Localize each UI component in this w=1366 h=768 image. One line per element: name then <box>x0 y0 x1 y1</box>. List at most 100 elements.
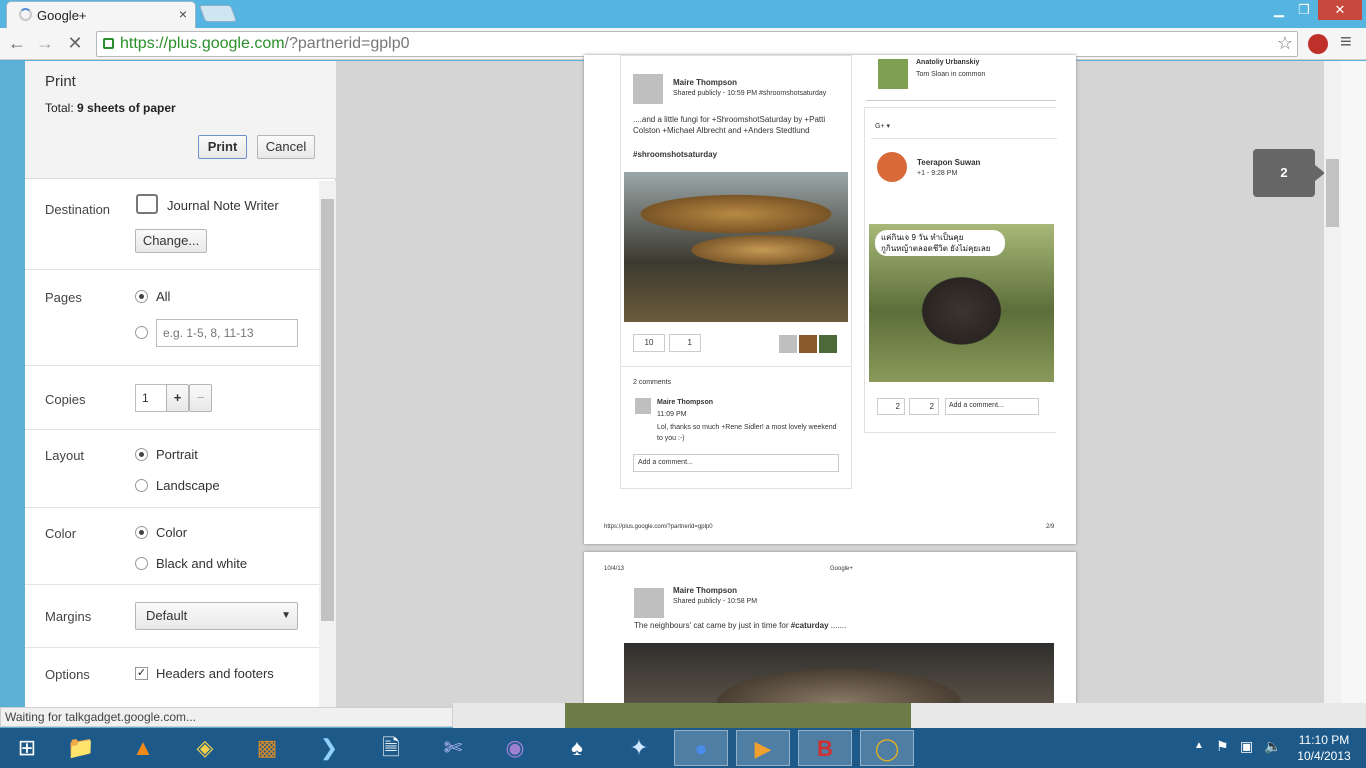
powershell-icon[interactable]: ❯ <box>302 730 356 766</box>
destination-value: Journal Note Writer <box>167 198 279 213</box>
tray-arrow-icon[interactable]: ▲ <box>1194 740 1204 751</box>
print-title: Print <box>45 73 76 90</box>
pages-section: Pages All <box>25 270 319 366</box>
options-label: Options <box>45 667 90 682</box>
avatar <box>635 398 651 414</box>
notepad-icon[interactable]: 🗎 <box>364 730 418 766</box>
pages-range-input[interactable] <box>156 319 298 347</box>
chrome-icon[interactable]: ◯ <box>860 730 914 766</box>
avatar <box>819 335 837 353</box>
avatar <box>878 59 908 89</box>
buffalo-image: แค่กินเจ 9 วัน ทำเป็นคุย กูกินหญ้าตลอดชี… <box>869 224 1054 382</box>
black-white-radio[interactable] <box>135 557 148 570</box>
side-suggestion: Anatoliy Urbanskiy Tom Sloan in common <box>866 55 1056 101</box>
page-background <box>1341 61 1366 707</box>
solitaire-icon[interactable]: ♠ <box>550 730 604 766</box>
forward-icon[interactable]: → <box>34 33 56 54</box>
side-meta: +1 - 9:28 PM <box>917 170 958 177</box>
page2-header-date: 10/4/13 <box>604 566 625 572</box>
copies-decrement-button[interactable]: − <box>189 384 212 412</box>
background-image <box>565 703 911 728</box>
margins-select[interactable]: Default ▼ <box>135 602 298 630</box>
post-hashtag: #shroomshotsaturday <box>633 150 718 159</box>
taskbar: ⊞ 📁 ▲ ◈ ▩ ❯ 🗎 ✄ ◉ ♠ ✦ ● ▶ B ◯ ▲ ⚑ ▣ 🔈 <box>0 728 1366 768</box>
windows-start-icon[interactable]: ⊞ <box>0 730 54 766</box>
new-tab-button[interactable] <box>198 5 238 22</box>
layout-label: Layout <box>45 448 85 463</box>
lock-icon <box>103 38 114 49</box>
comment-time: 11:09 PM <box>657 411 687 418</box>
bookmark-star-icon[interactable]: ☆ <box>1277 33 1293 54</box>
preview-scrollbar[interactable] <box>1324 61 1341 707</box>
network-icon[interactable]: ▣ <box>1240 738 1253 755</box>
eclipse-icon[interactable]: ◉ <box>488 730 542 766</box>
thai-line-1: แค่กินเจ 9 วัน ทำเป็นคุย <box>881 233 964 242</box>
pages-all-radio[interactable] <box>135 290 148 303</box>
browser-tab[interactable]: Google+ × <box>6 1 196 28</box>
snipping-tool-icon[interactable]: ✄ <box>426 730 480 766</box>
stop-icon[interactable]: ✕ <box>64 33 86 54</box>
headers-footers-checkbox[interactable]: ✓ <box>135 667 148 680</box>
tab-title: Google+ <box>37 8 87 23</box>
post-meta: Shared publicly - 10:59 PM #shroomshotsa… <box>673 90 827 97</box>
thai-line-2: กูกินหญ้าตลอดชีวิต ยังไม่คุยเลย <box>881 244 991 253</box>
copies-input[interactable] <box>135 384 167 412</box>
url-host: https://plus.google.com <box>120 35 285 52</box>
color-radio[interactable] <box>135 526 148 539</box>
copies-label: Copies <box>45 392 86 407</box>
side-add-comment-field: Add a comment... <box>945 398 1039 415</box>
comment-author: Maire Thompson <box>657 399 714 406</box>
avatar <box>634 588 664 618</box>
media-player-icon[interactable]: ▶ <box>736 730 790 766</box>
printer-icon <box>136 194 158 214</box>
divider <box>621 366 851 367</box>
print-preview: Maire Thompson Shared publicly - 10:59 P… <box>336 55 1366 712</box>
comment-text: Lol, thanks so much +Rene Sidler! a most… <box>657 424 837 442</box>
portrait-radio[interactable] <box>135 448 148 461</box>
python-icon[interactable]: ◈ <box>178 730 232 766</box>
bird-app-icon[interactable]: ✦ <box>612 730 666 766</box>
divider <box>871 138 1057 139</box>
avatar <box>633 74 663 104</box>
side-user-sub: Tom Sloan in common <box>916 71 986 78</box>
tab-close-icon[interactable]: × <box>179 6 187 22</box>
preview-page-2: 10/4/13 Google+ Maire Thompson Shared pu… <box>584 552 1076 712</box>
globe-app-icon[interactable]: ● <box>674 730 728 766</box>
page2-post-meta: Shared publicly - 10:58 PM <box>673 598 758 605</box>
margins-label: Margins <box>45 609 92 624</box>
file-explorer-icon[interactable]: 📁 <box>54 730 108 766</box>
print-total: Total: 9 sheets of paper <box>45 101 176 115</box>
page-number-badge: 2 <box>1253 149 1325 197</box>
b-app-icon[interactable]: B <box>798 730 852 766</box>
landscape-radio[interactable] <box>135 479 148 492</box>
page2-post-text: The neighbours' cat came by just in time… <box>634 621 846 630</box>
share-button: 1 <box>669 334 701 352</box>
vlc-icon[interactable]: ▲ <box>116 730 170 766</box>
settings-scrollbar[interactable] <box>319 181 336 707</box>
copies-section: Copies + − <box>25 366 319 430</box>
side-gplus-label: G+ ▾ <box>875 123 890 130</box>
clock-time: 11:10 PM <box>1298 733 1350 747</box>
pages-custom-radio[interactable] <box>135 326 148 339</box>
pages-label: Pages <box>45 290 82 305</box>
sublime-icon[interactable]: ▩ <box>240 730 294 766</box>
avatar <box>799 335 817 353</box>
side-author: Teerapon Suwan <box>917 158 981 167</box>
cancel-button[interactable]: Cancel <box>257 135 315 159</box>
taskbar-clock[interactable]: 11:10 PM 10/4/2013 <box>1286 732 1362 764</box>
side-share-button: 2 <box>909 398 939 415</box>
mushroom-image <box>624 172 848 322</box>
extension-icon[interactable] <box>1308 34 1328 54</box>
maximize-icon[interactable]: ❐ <box>1292 0 1316 20</box>
change-destination-button[interactable]: Change... <box>135 229 207 253</box>
copies-increment-button[interactable]: + <box>166 384 189 412</box>
total-value: 9 sheets of paper <box>77 101 176 115</box>
volume-icon[interactable]: 🔈 <box>1264 738 1281 755</box>
back-icon[interactable]: ← <box>6 33 28 54</box>
action-center-flag-icon[interactable]: ⚑ <box>1216 738 1229 755</box>
address-bar[interactable]: https://plus.google.com/?partnerid=gplp0… <box>96 31 1298 57</box>
print-button[interactable]: Print <box>198 135 247 159</box>
minimize-icon[interactable]: ▁ <box>1266 0 1292 20</box>
close-window-icon[interactable]: ✕ <box>1318 0 1362 20</box>
menu-icon[interactable]: ≡ <box>1340 31 1352 54</box>
